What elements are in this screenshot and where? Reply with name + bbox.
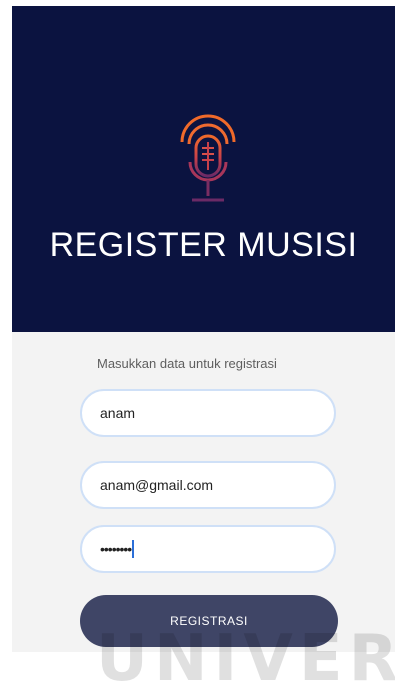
form-instruction: Masukkan data untuk registrasi — [97, 356, 277, 371]
email-value: anam@gmail.com — [100, 477, 214, 493]
password-value: •••••••• — [100, 541, 132, 557]
email-input[interactable]: anam@gmail.com — [80, 461, 336, 509]
username-input[interactable]: anam — [80, 389, 336, 437]
microphone-icon — [180, 114, 236, 202]
username-value: anam — [100, 405, 136, 421]
page-title: REGISTER MUSISI — [49, 226, 358, 264]
password-input[interactable]: •••••••• — [80, 525, 336, 573]
watermark: UNIVERS — [96, 622, 395, 696]
text-cursor — [132, 540, 135, 558]
